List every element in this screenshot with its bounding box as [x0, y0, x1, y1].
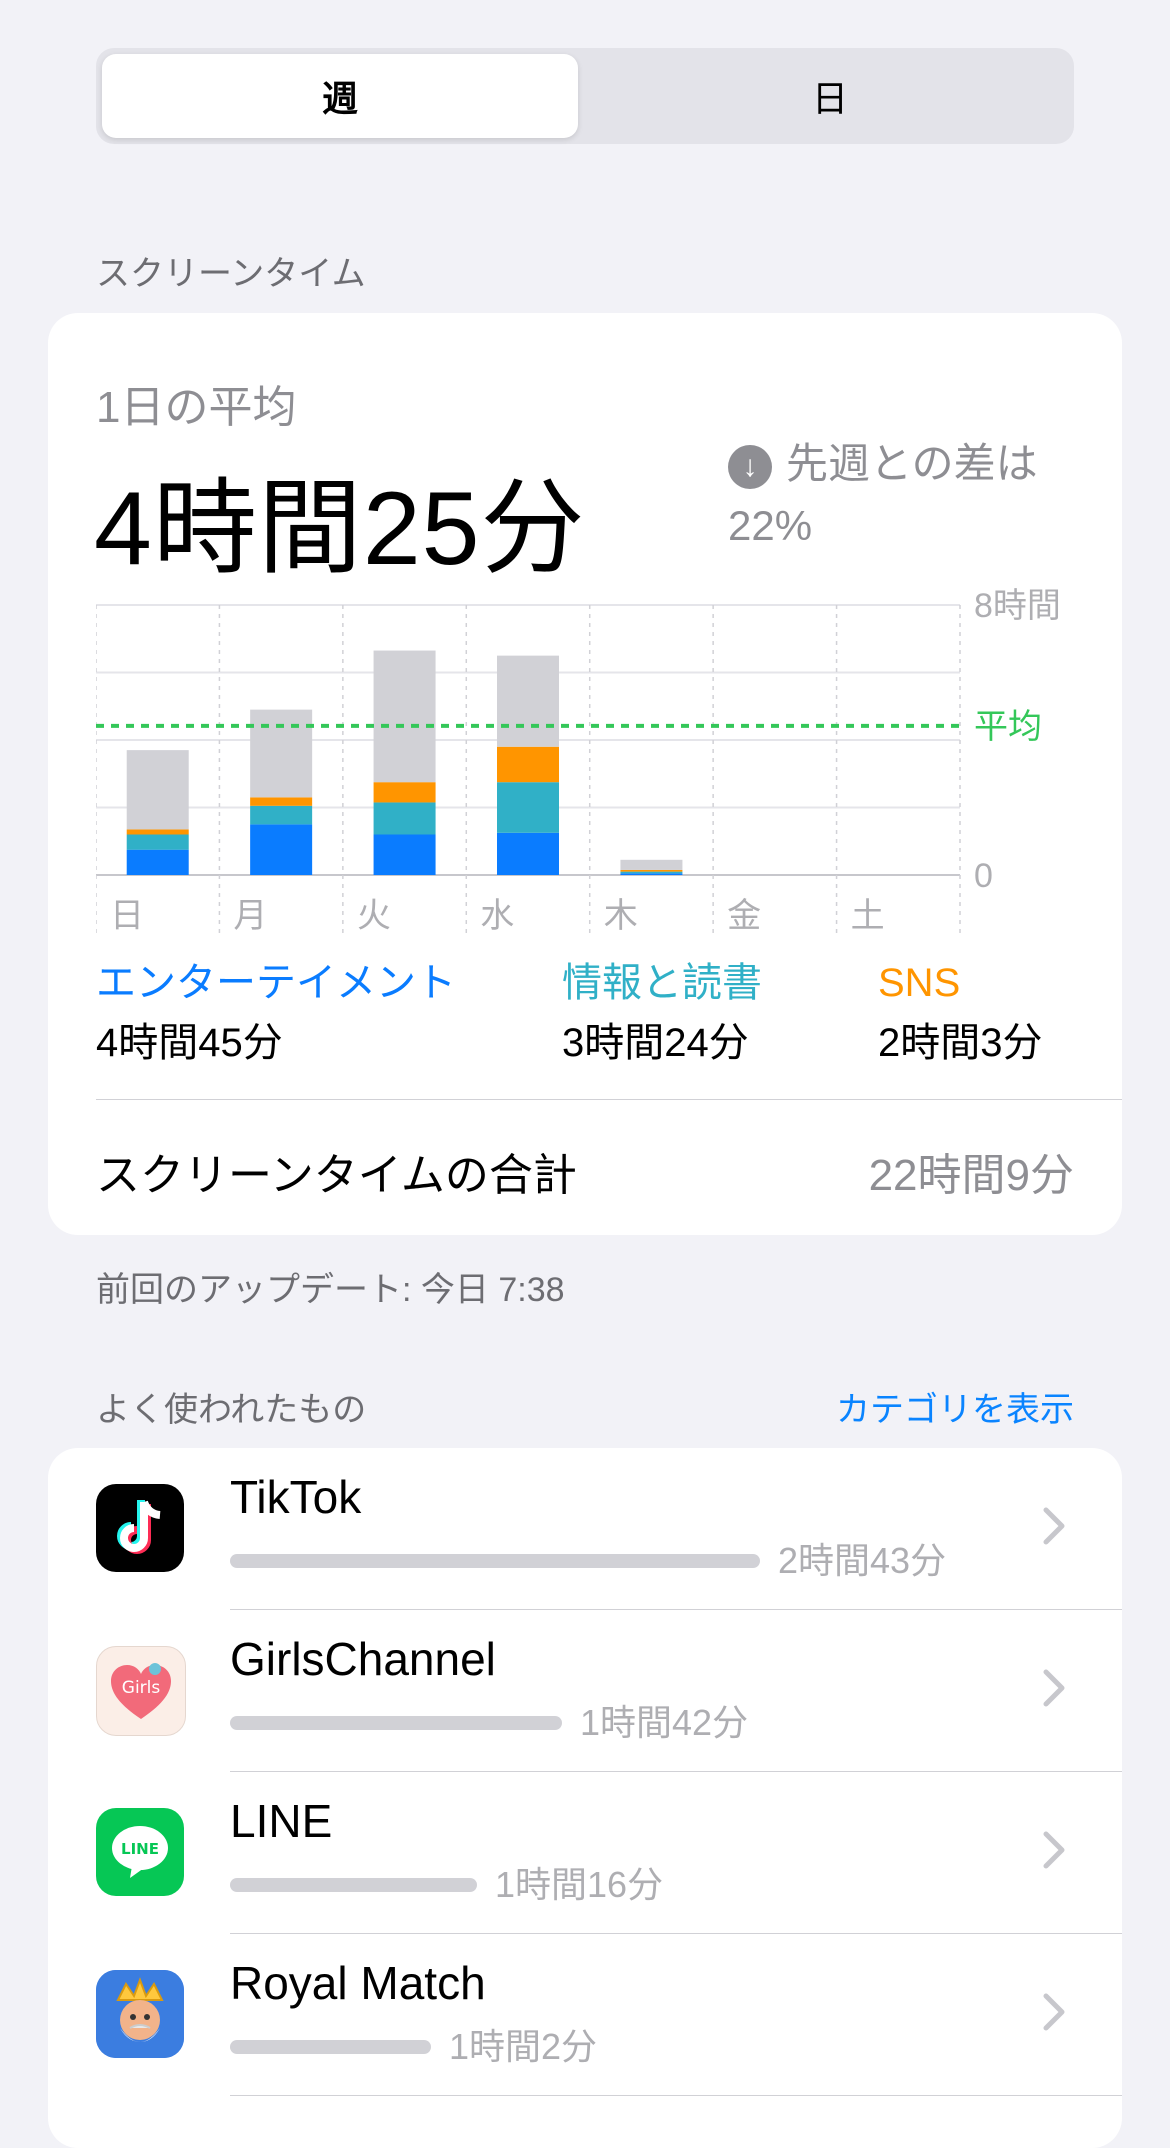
- segment-day[interactable]: 日: [592, 54, 1068, 138]
- week-diff-percent: 22%: [728, 502, 813, 549]
- show-categories-link[interactable]: カテゴリを表示: [836, 1382, 1074, 1431]
- app-row-line[interactable]: LINE LINE 1時間16分: [48, 1772, 1122, 1934]
- chart-bar-segment: [126, 849, 189, 875]
- chart-bar-segment: [373, 650, 436, 783]
- app-usage-bar: [230, 1554, 760, 1568]
- chart-bar-segment: [373, 782, 436, 803]
- chart-bar-segment: [497, 782, 559, 833]
- app-usage-bar: [230, 1878, 477, 1892]
- chart-y-max-label: 8時間: [974, 587, 1061, 625]
- chart-bar-segment: [620, 869, 683, 872]
- chart-bar-segment: [250, 805, 313, 825]
- app-usage-bar: [230, 1716, 562, 1730]
- svg-text:Girls: Girls: [122, 1678, 161, 1698]
- chart-bar-segment: [497, 746, 559, 783]
- legend-entertainment-label: エンターテイメント: [96, 961, 456, 1005]
- chart-bar-segment: [250, 709, 313, 798]
- app-name: Royal Match: [230, 1957, 486, 2009]
- row-separator: [230, 2095, 1122, 2096]
- chart-day-label: 月: [233, 897, 267, 935]
- legend-entertainment-time: 4時間45分: [96, 1021, 283, 1065]
- tiktok-icon: [96, 1484, 184, 1572]
- screen-time-card[interactable]: 1日の平均 4時間25分 ↓ 先週との差は 22% 日 月 火 水 木 金 土 8時間 0 平均 エ…: [48, 313, 1122, 1235]
- most-used-header: よく使われたもの: [96, 1391, 367, 1429]
- line-icon: LINE: [96, 1808, 184, 1896]
- chevron-right-icon: [1043, 1831, 1065, 1869]
- legend-info-reading-label: 情報と読書: [562, 961, 762, 1005]
- last-updated: 前回のアップデート: 今日 7:38: [96, 1271, 565, 1309]
- segment-week[interactable]: 週: [102, 54, 578, 138]
- chevron-right-icon: [1043, 1669, 1065, 1707]
- chart-day-label: 土: [851, 897, 885, 935]
- chart-day-label: 火: [357, 897, 391, 935]
- weekly-usage-chart[interactable]: 日 月 火 水 木 金 土 8時間 0 平均: [96, 585, 1122, 941]
- chart-bar-segment: [250, 797, 313, 806]
- app-usage-time: 1時間2分: [449, 2026, 598, 2067]
- app-usage-time: 2時間43分: [778, 1540, 947, 1581]
- app-row-royal-match[interactable]: Royal Match 1時間2分: [48, 1934, 1122, 2096]
- girlschannel-icon: Girls: [96, 1646, 186, 1736]
- most-used-apps-card: TikTok 2時間43分 Girls GirlsChannel 1時間42分 …: [48, 1448, 1122, 2148]
- chart-bar-segment: [497, 832, 559, 875]
- chart-bar-segment: [497, 655, 559, 747]
- arrow-down-circle-icon: ↓: [728, 444, 772, 489]
- chart-day-label: 金: [727, 897, 761, 935]
- daily-average-value: 4時間25分: [94, 471, 586, 587]
- app-name: LINE: [230, 1795, 333, 1847]
- app-usage-time: 1時間42分: [580, 1702, 749, 1743]
- app-usage-bar: [230, 2040, 431, 2054]
- chevron-right-icon: [1043, 1507, 1065, 1545]
- period-segmented-control: 週 日: [96, 48, 1074, 144]
- chart-day-label: 水: [480, 897, 514, 935]
- app-row-girlschannel[interactable]: Girls GirlsChannel 1時間42分: [48, 1610, 1122, 1772]
- legend-info-reading: 情報と読書 3時間24分: [562, 953, 762, 1073]
- legend-entertainment: エンターテイメント 4時間45分: [96, 953, 456, 1073]
- app-usage-time: 1時間16分: [495, 1864, 664, 1905]
- legend-info-reading-time: 3時間24分: [562, 1021, 749, 1065]
- chart-bar-segment: [373, 802, 436, 835]
- chart-day-label: 日: [110, 897, 144, 935]
- total-screen-time-value: 22時間9分: [868, 1151, 1074, 1200]
- chart-bar-segment: [250, 824, 313, 875]
- chart-average-label: 平均: [974, 708, 1042, 746]
- chart-bar-segment: [126, 829, 189, 835]
- daily-average-label: 1日の平均: [96, 383, 297, 432]
- chart-bar-segment: [126, 834, 189, 850]
- chart-bar-segment: [620, 859, 683, 870]
- app-name: TikTok: [230, 1471, 362, 1523]
- royal-match-icon: [96, 1970, 184, 2058]
- chart-y-min-label: 0: [974, 857, 993, 895]
- legend-sns-time: 2時間3分: [878, 1021, 1043, 1065]
- week-diff: ↓ 先週との差は 22%: [728, 433, 1088, 557]
- week-diff-line1: 先週との差は: [786, 440, 1038, 487]
- screen-time-header: スクリーンタイム: [96, 255, 366, 293]
- chevron-right-icon: [1043, 1993, 1065, 2031]
- chart-bar-segment: [620, 871, 683, 874]
- card-divider: [96, 1099, 1122, 1100]
- svg-text:LINE: LINE: [121, 1840, 159, 1858]
- app-row-tiktok[interactable]: TikTok 2時間43分: [48, 1448, 1122, 1610]
- chart-bar-segment: [373, 834, 436, 875]
- chart-bar-segment: [126, 750, 189, 830]
- legend-sns-label: SNS: [878, 961, 961, 1005]
- chart-bar-segment: [620, 873, 683, 875]
- app-name: GirlsChannel: [230, 1633, 496, 1685]
- chart-day-label: 木: [604, 897, 638, 935]
- total-screen-time-label: スクリーンタイムの合計: [96, 1151, 577, 1200]
- legend-sns: SNS 2時間3分: [878, 953, 1043, 1073]
